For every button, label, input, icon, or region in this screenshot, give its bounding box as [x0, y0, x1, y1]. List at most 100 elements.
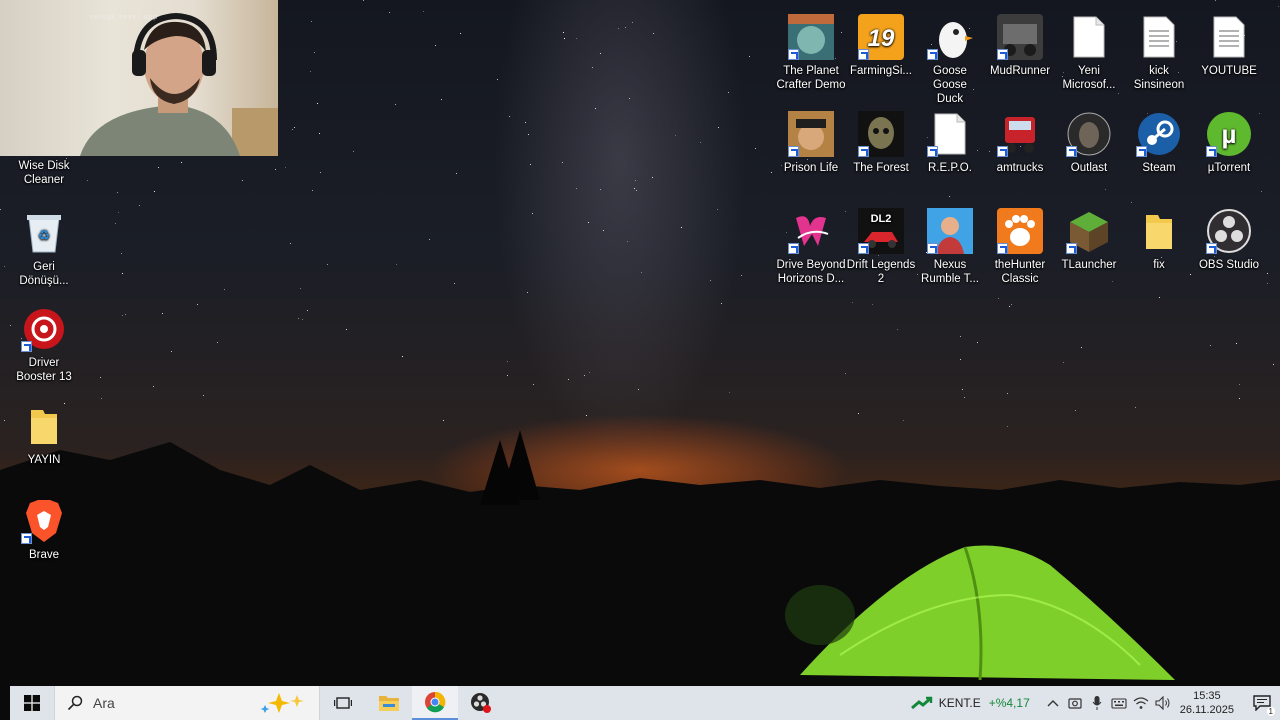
- clock-date: 26.11.2025: [1179, 704, 1234, 716]
- desktop-icon-driver-booster[interactable]: Driver Booster 13: [9, 306, 79, 384]
- desktop-icon-label: Brave: [28, 549, 60, 561]
- desktop-icon-brave[interactable]: Brave: [9, 498, 79, 562]
- desktop-icon-prison-life[interactable]: Prison Life: [776, 111, 846, 175]
- tray-volume[interactable]: [1152, 686, 1174, 720]
- desktop-icon-label: Drift Legends 2: [846, 259, 916, 285]
- webcam-person: [80, 12, 278, 156]
- desktop-icon-kick-sinsineon[interactable]: kick Sinsineon: [1124, 14, 1194, 92]
- steam-icon: [1136, 111, 1182, 157]
- show-hidden-icons-button[interactable]: [1042, 686, 1064, 720]
- svg-text:µ: µ: [1222, 119, 1237, 149]
- tray-microphone[interactable]: [1086, 686, 1108, 720]
- search-highlights-sparkle-icon: [260, 693, 304, 713]
- desktop-icon-obs-studio[interactable]: OBS Studio: [1194, 208, 1264, 272]
- desktop-icon-amtrucks[interactable]: amtrucks: [985, 111, 1055, 175]
- tray-network[interactable]: [1130, 686, 1152, 720]
- taskbar-file-explorer[interactable]: [366, 686, 412, 720]
- obs-studio-icon: [1206, 208, 1252, 254]
- desktop-icon-repo[interactable]: R.E.P.O.: [915, 111, 985, 175]
- desktop-icon-thehunter[interactable]: theHunter Classic: [985, 208, 1055, 286]
- blank-file-icon: [927, 111, 973, 157]
- farming-simulator-icon: 19: [858, 14, 904, 60]
- desktop-icon-label: The Forest: [853, 162, 909, 174]
- desktop-icon-label: Steam: [1142, 162, 1176, 174]
- desktop-icon-label: The Planet Crafter Demo: [776, 65, 846, 91]
- folder-icon: [1136, 208, 1182, 254]
- american-truck-icon: [997, 111, 1043, 157]
- desktop-icon-planet-crafter[interactable]: The Planet Crafter Demo: [776, 14, 846, 92]
- desktop-icon-label: Geri Dönüşü...: [19, 261, 69, 287]
- desktop-icon-yeni-microsoft[interactable]: Yeni Microsof...: [1054, 14, 1124, 92]
- desktop-icon-label: OBS Studio: [1198, 259, 1260, 271]
- taskbar-obs-studio[interactable]: [458, 686, 504, 720]
- desktop-icon-label: Yeni Microsof...: [1062, 65, 1116, 91]
- desktop-icon-label: amtrucks: [996, 162, 1044, 174]
- desktop-icon-steam[interactable]: Steam: [1124, 111, 1194, 175]
- desktop-icon-farming-simulator[interactable]: 19 FarmingSi...: [846, 14, 916, 78]
- prison-life-icon: [788, 111, 834, 157]
- desktop-icon-fix-folder[interactable]: fix: [1124, 208, 1194, 272]
- planet-crafter-icon: [788, 14, 834, 60]
- desktop-icon-label: Outlast: [1070, 162, 1108, 174]
- text-file-icon: [1066, 14, 1112, 60]
- desktop-icon-recycle-bin[interactable]: ♻ Geri Dönüşü...: [9, 210, 79, 288]
- the-forest-icon: [858, 111, 904, 157]
- tray-input-method[interactable]: [1108, 686, 1130, 720]
- thehunter-icon: [997, 208, 1043, 254]
- desktop-icon-wise-disk-cleaner[interactable]: Wise Disk Cleaner: [9, 159, 79, 187]
- desktop-icon-drift-legends[interactable]: DL2 Drift Legends 2: [846, 208, 916, 286]
- task-view-icon: [334, 697, 352, 709]
- search-icon: [67, 695, 83, 711]
- search-placeholder: Ara: [93, 695, 115, 711]
- webcam-watermark: selçuk.sezer.app: [90, 14, 159, 21]
- desktop-icon-label: Wise Disk Cleaner: [18, 160, 70, 186]
- stock-change: +%4,17: [988, 696, 1030, 710]
- file-explorer-icon: [379, 696, 399, 711]
- desktop-icon-drive-beyond-horizons[interactable]: Drive Beyond Horizons D...: [776, 208, 846, 286]
- brave-icon: [21, 498, 67, 544]
- desktop-icon-nexus-rumble[interactable]: Nexus Rumble T...: [915, 208, 985, 286]
- tray-meet-now[interactable]: [1064, 686, 1086, 720]
- clock[interactable]: 15:35 26.11.2025: [1180, 689, 1234, 717]
- svg-text:♻: ♻: [38, 227, 51, 243]
- desktop-icon-label: µTorrent: [1207, 162, 1251, 174]
- wifi-icon: [1133, 697, 1149, 709]
- farming-simulator-badge: 19: [868, 25, 895, 52]
- desktop-icon-tlauncher[interactable]: TLauncher: [1054, 208, 1124, 272]
- clock-time: 15:35: [1193, 690, 1221, 702]
- chrome-icon: [425, 691, 446, 713]
- desktop-icon-outlast[interactable]: Outlast: [1054, 111, 1124, 175]
- camera-icon: [1068, 698, 1082, 709]
- system-tray: KENT.E +%4,17 15:35 26.11.2025 1: [910, 686, 1280, 720]
- mudrunner-icon: [997, 14, 1043, 60]
- driver-booster-icon: [21, 306, 67, 352]
- outlast-icon: [1066, 111, 1112, 157]
- webcam-overlay: selçuk.sezer.app: [0, 0, 278, 156]
- task-view-button[interactable]: [320, 686, 366, 720]
- microphone-icon: [1092, 696, 1102, 710]
- start-button[interactable]: [10, 686, 54, 720]
- desktop-icon-mudrunner[interactable]: MudRunner: [985, 14, 1055, 78]
- taskbar: Ara KENT.E +%4,17 15:35 26.11.2025 1: [10, 686, 1280, 720]
- desktop-icon-label: Goose Goose Duck: [933, 65, 967, 105]
- taskbar-chrome[interactable]: [412, 686, 458, 720]
- desktop-icon-youtube[interactable]: YOUTUBE: [1194, 14, 1264, 78]
- stock-trend-up-icon: [910, 696, 932, 710]
- desktop-icon-goose-goose-duck[interactable]: Goose Goose Duck: [915, 14, 985, 106]
- windows-logo-icon: [24, 695, 40, 711]
- desktop-icon-label: R.E.P.O.: [928, 162, 972, 174]
- text-file-icon: [1136, 14, 1182, 60]
- green-tent: [785, 545, 1175, 681]
- desktop-icon-utorrent[interactable]: µ µTorrent: [1194, 111, 1264, 175]
- desktop-icon-the-forest[interactable]: The Forest: [846, 111, 916, 175]
- notification-center-button[interactable]: 1: [1244, 686, 1280, 720]
- taskbar-search-box[interactable]: Ara: [54, 686, 320, 720]
- desktop-icon-label: Prison Life: [783, 162, 839, 174]
- desktop-icon-label: FarmingSi...: [850, 65, 912, 77]
- text-file-icon: [1206, 14, 1252, 60]
- desktop-icon-label: theHunter Classic: [994, 259, 1046, 285]
- obs-recording-icon: [471, 693, 491, 713]
- desktop-icon-label: YOUTUBE: [1201, 65, 1257, 77]
- stock-widget[interactable]: KENT.E +%4,17: [910, 696, 1030, 710]
- desktop-icon-yayin-folder[interactable]: YAYIN: [9, 403, 79, 467]
